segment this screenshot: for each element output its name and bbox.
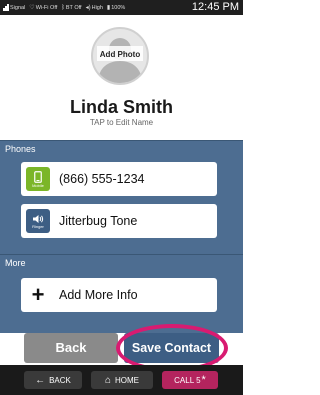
nav-call-button[interactable]: CALL 5 * (162, 371, 218, 389)
home-icon: ⌂ (104, 374, 112, 386)
volume-indicator: ◂) High (85, 4, 103, 12)
add-more-info-row[interactable]: + Add More Info (21, 278, 217, 312)
bluetooth-label: BT Off (65, 4, 82, 11)
phone-number: (866) 555-1234 (59, 172, 145, 186)
ringer-badge-label: Ringer (32, 223, 44, 229)
edit-name-hint: TAP to Edit Name (89, 118, 154, 127)
add-more-info-label: Add More Info (59, 288, 138, 302)
wifi-indicator: ♡ Wi-Fi Off (29, 4, 58, 12)
battery-label: 100% (111, 4, 126, 11)
nav-home-button[interactable]: ⌂ HOME (91, 371, 153, 389)
nav-home-label: HOME (115, 375, 140, 385)
signal-indicator: Signal (3, 4, 25, 11)
ringer-icon: Ringer (26, 209, 50, 233)
battery-icon: ▮ (106, 5, 111, 11)
nav-back-label: BACK (49, 375, 71, 385)
clock: 12:45 PM (191, 1, 239, 13)
plus-icon: + (31, 282, 45, 307)
speaker-icon: ◂) (85, 5, 91, 11)
navigation-bar: ← BACK ⌂ HOME CALL 5 * (0, 365, 243, 395)
phone-glyph-icon (34, 170, 42, 183)
contact-name[interactable]: Linda Smith (0, 97, 243, 118)
signal-bars-icon (3, 4, 9, 11)
signal-label: Signal (10, 4, 26, 11)
mobile-phone-icon: Mobile (26, 167, 50, 191)
profile-header: Add Photo Linda Smith TAP to Edit Name (0, 15, 243, 140)
ringtone-name: Jitterbug Tone (59, 214, 138, 228)
nav-back-button[interactable]: ← BACK (24, 371, 82, 389)
contact-details-panel: Phones Mobile (866) 555-1234 Ringer Jitt… (0, 140, 243, 333)
speaker-glyph-icon (33, 214, 44, 223)
back-button[interactable]: Back (24, 333, 118, 363)
battery-indicator: ▮ 100% (106, 4, 126, 12)
more-section-header: More (0, 254, 243, 270)
bluetooth-icon: ᛒ (61, 4, 65, 11)
add-photo-button[interactable]: Add Photo (91, 27, 149, 85)
volume-label: High (91, 4, 103, 11)
phones-section-header: Phones (0, 140, 243, 156)
mobile-badge-label: Mobile (32, 182, 44, 188)
wifi-label: Wi-Fi Off (35, 4, 58, 11)
phone-number-row[interactable]: Mobile (866) 555-1234 (21, 162, 217, 196)
status-bar: Signal ♡ Wi-Fi Off ᛒ BT Off ◂) High ▮ 10… (0, 0, 243, 15)
bluetooth-indicator: ᛒ BT Off (61, 5, 81, 11)
wifi-icon: ♡ (29, 5, 35, 11)
nav-call-label: CALL 5 (174, 375, 201, 385)
arrow-left-icon: ← (35, 374, 46, 386)
add-photo-label: Add Photo (99, 50, 141, 59)
star-icon: * (201, 374, 206, 386)
ringtone-row[interactable]: Ringer Jitterbug Tone (21, 204, 217, 238)
